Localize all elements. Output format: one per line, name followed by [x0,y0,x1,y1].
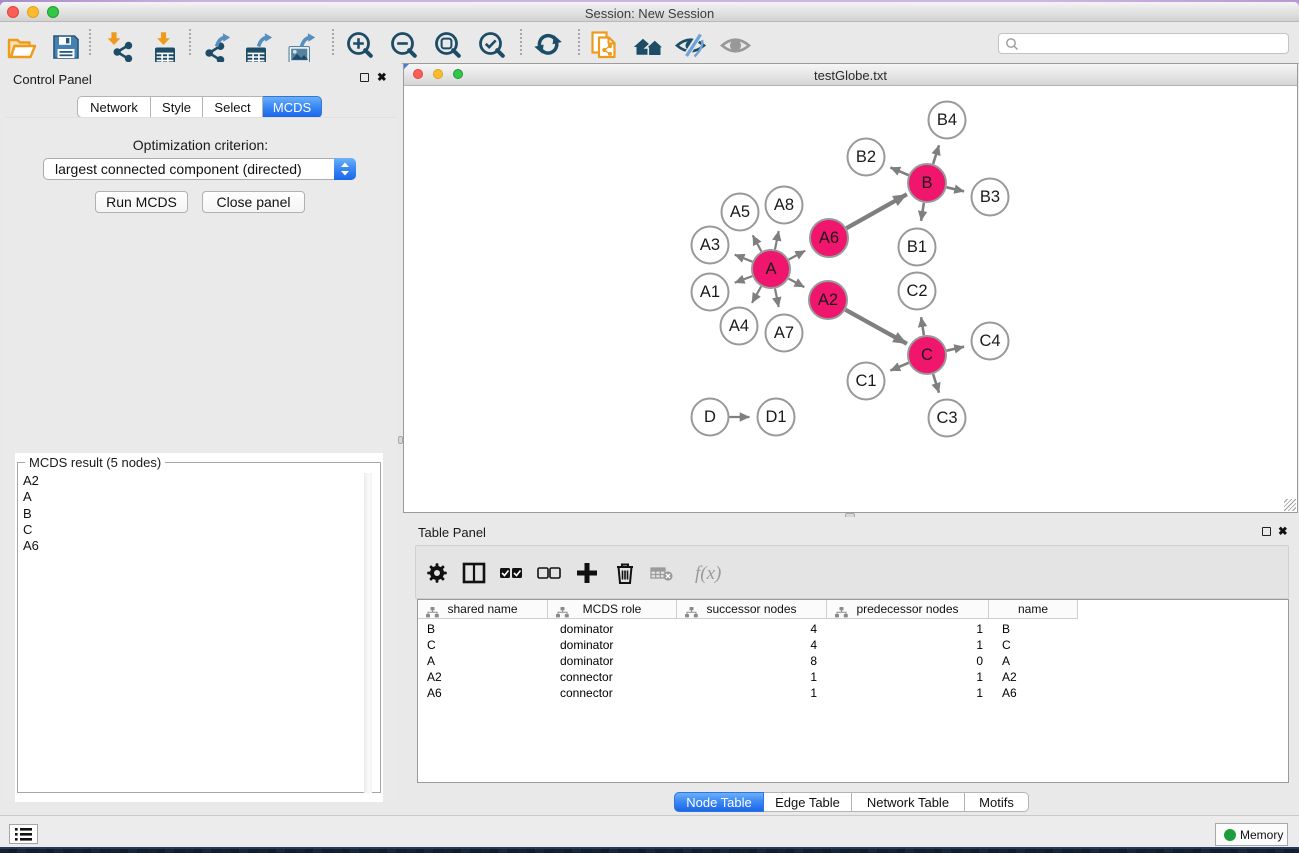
svg-text:A5: A5 [730,203,750,221]
svg-text:A: A [765,260,776,278]
svg-text:C4: C4 [979,332,1000,350]
svg-text:A8: A8 [774,196,794,214]
svg-text:f(x): f(x) [695,563,721,584]
svg-text:C1: C1 [855,372,876,390]
svg-text:B2: B2 [856,148,876,166]
svg-text:A3: A3 [700,236,720,254]
svg-text:B1: B1 [907,238,927,256]
svg-text:B4: B4 [937,111,957,129]
svg-text:A1: A1 [700,283,720,301]
svg-text:D: D [704,408,716,426]
svg-text:C2: C2 [906,282,927,300]
svg-text:A6: A6 [819,229,839,247]
svg-text:A4: A4 [729,317,749,335]
svg-text:A2: A2 [818,291,838,309]
svg-text:B: B [921,174,932,192]
svg-text:A7: A7 [774,324,794,342]
svg-text:C: C [921,346,933,364]
svg-text:C3: C3 [936,409,957,427]
svg-text:B3: B3 [980,188,1000,206]
svg-text:D1: D1 [765,408,786,426]
